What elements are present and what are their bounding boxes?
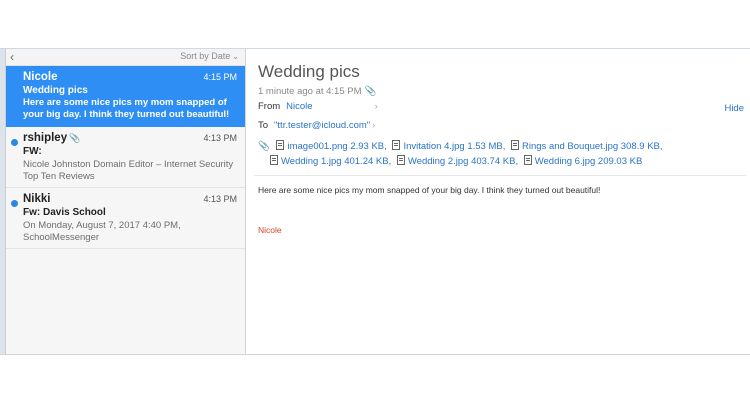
from-row: From Nicole › <box>258 101 378 112</box>
to-row: To "ttr.tester@icloud.com" › <box>258 120 375 131</box>
attachment-item[interactable]: image001.png 2.93 KB, <box>276 140 387 152</box>
email-subject-title: Wedding pics <box>258 62 360 81</box>
file-icon <box>270 155 278 165</box>
mail-window: ‹ Sort by Date ⌄ Nicole 4:15 PM Wedding p… <box>0 48 750 355</box>
attachment-name: Rings and Bouquet.jpg <box>522 141 619 152</box>
unread-dot-icon <box>11 139 18 146</box>
attachment-size: 209.03 KB <box>597 156 643 167</box>
reading-pane: Wedding pics 1 minute ago at 4:15 PM 📎 Fr… <box>246 49 750 354</box>
sender-name: rshipley <box>23 132 68 144</box>
attachments-row: Wedding 1.jpg 401.24 KB, Wedding 2.jpg 4… <box>258 154 728 169</box>
from-sender-link[interactable]: Nicole <box>286 101 312 112</box>
message-time: 4:13 PM <box>203 194 237 204</box>
attachment-item[interactable]: Wedding 2.jpg 403.74 KB, <box>396 155 518 167</box>
attachment-size: 403.74 KB <box>471 156 516 167</box>
to-recipient-link[interactable]: "ttr.tester@icloud.com" <box>274 120 370 131</box>
attachment-size: 401.24 KB <box>344 156 389 167</box>
back-chevron-icon[interactable]: ‹ <box>10 50 14 64</box>
message-preview: Nicole Johnston Domain Editor – Internet… <box>23 159 234 182</box>
message-preview: Here are some nice pics my mom snapped o… <box>23 97 230 120</box>
attachment-item[interactable]: Rings and Bouquet.jpg 308.9 KB, <box>511 140 663 152</box>
attachment-size: 1.53 MB <box>467 141 503 152</box>
hide-details-link[interactable]: Hide <box>724 103 744 114</box>
email-body: Here are some nice pics my mom snapped o… <box>258 185 601 195</box>
message-time: 4:15 PM <box>203 72 237 82</box>
message-sender: Nikki <box>23 193 51 205</box>
list-toolbar: ‹ Sort by Date ⌄ <box>6 49 245 66</box>
attachment-item[interactable]: Wedding 6.jpg 209.03 KB <box>523 155 643 167</box>
email-date: 1 minute ago at 4:15 PM <box>258 86 362 97</box>
message-sender: rshipley 📎 <box>23 132 80 144</box>
attachment-size: 308.9 KB <box>620 141 660 152</box>
attachment-item[interactable]: Wedding 1.jpg 401.24 KB, <box>270 155 391 167</box>
chevron-right-icon[interactable]: › <box>372 120 375 131</box>
message-sender: Nicole <box>23 71 58 83</box>
message-item-rshipley[interactable]: rshipley 📎 4:13 PM FW: Nicole Johnston Do… <box>6 127 245 188</box>
email-signature: Nicole <box>258 225 282 235</box>
message-subject: Fw: Davis School <box>23 207 106 218</box>
from-label: From <box>258 101 281 112</box>
file-icon <box>276 140 285 150</box>
message-item-nicole[interactable]: Nicole 4:15 PM Wedding pics Here are som… <box>6 66 245 127</box>
attachment-name: Wedding 1.jpg <box>281 156 342 167</box>
unread-dot-icon <box>11 200 18 207</box>
sort-label: Sort by Date <box>180 51 231 61</box>
sort-by-date-dropdown[interactable]: Sort by Date ⌄ <box>180 51 239 61</box>
attachment-name: Wedding 2.jpg <box>407 156 469 167</box>
attachment-size: 2.93 KB <box>350 141 385 152</box>
chevron-right-icon[interactable]: › <box>375 101 378 112</box>
attachments-row: 📎 image001.png 2.93 KB, Invitation 4.jpg… <box>258 139 728 154</box>
message-subject: FW: <box>23 146 42 157</box>
message-list-pane: ‹ Sort by Date ⌄ Nicole 4:15 PM Wedding p… <box>6 49 246 354</box>
email-date-line: 1 minute ago at 4:15 PM 📎 <box>258 86 376 97</box>
attachment-item[interactable]: Invitation 4.jpg 1.53 MB, <box>392 140 505 152</box>
header-divider <box>254 175 746 176</box>
paperclip-icon: 📎 <box>69 133 81 143</box>
file-icon <box>523 155 532 165</box>
paperclip-icon: 📎 <box>364 86 377 97</box>
message-subject: Wedding pics <box>23 85 88 96</box>
file-icon <box>396 155 405 165</box>
message-preview: On Monday, August 7, 2017 4:40 PM, Schoo… <box>23 220 181 243</box>
file-icon <box>511 140 520 150</box>
attachments-list: 📎 image001.png 2.93 KB, Invitation 4.jpg… <box>258 139 728 169</box>
attachment-name: Invitation 4.jpg <box>403 141 465 152</box>
attachment-name: Wedding 6.jpg <box>534 156 596 167</box>
message-item-nikki[interactable]: Nikki 4:13 PM Fw: Davis School On Monday… <box>6 188 245 249</box>
attachment-name: image001.png <box>287 141 348 152</box>
message-time: 4:13 PM <box>203 133 237 143</box>
to-label: To <box>258 120 269 131</box>
chevron-down-icon: ⌄ <box>232 52 239 61</box>
paperclip-icon: 📎 <box>258 141 270 152</box>
file-icon <box>392 140 401 150</box>
